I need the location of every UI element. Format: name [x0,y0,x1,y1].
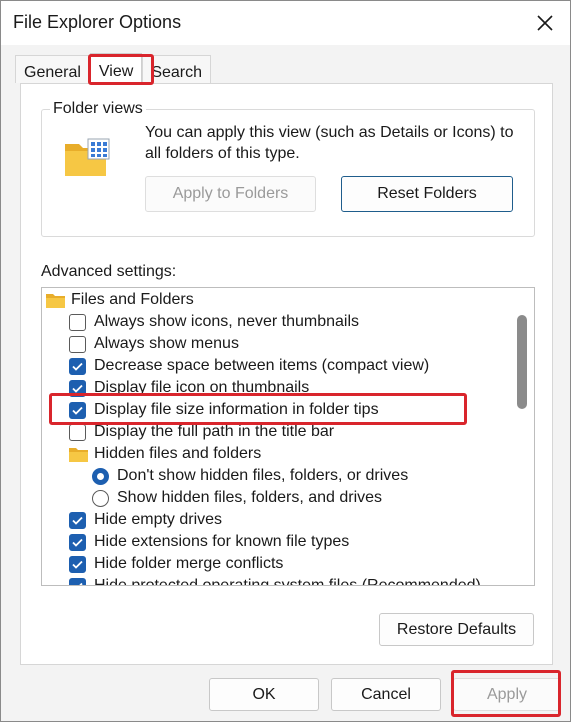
list-item-label: Always show menus [94,335,239,352]
list-item[interactable]: Display the full path in the title bar [69,421,334,443]
folder-views-group: Folder views You can apply this view (su… [41,100,535,237]
checkbox[interactable] [69,555,86,573]
advanced-settings-label: Advanced settings: [41,263,177,280]
list-item-label: Don't show hidden files, folders, or dri… [117,467,409,484]
apply-to-folders-button[interactable]: Apply to Folders [145,176,316,212]
radio-button[interactable] [92,467,109,485]
checkbox[interactable] [69,313,86,331]
checkmark-icon [72,560,83,569]
checkbox[interactable] [69,533,86,551]
list-item[interactable]: Always show menus [69,333,239,355]
list-item-label: Hide protected operating system files (R… [94,577,481,586]
cancel-button[interactable]: Cancel [331,678,441,711]
list-item[interactable]: Show hidden files, folders, and drives [92,487,382,509]
window-title: File Explorer Options [13,12,182,32]
list-item-label: Hide extensions for known file types [94,533,350,550]
list-item-label: Hidden files and folders [94,445,262,462]
checkmark-icon [72,538,83,547]
radio-button[interactable] [92,489,109,507]
checkmark-icon [72,406,83,415]
checkbox[interactable] [69,357,86,375]
list-item-label: Display the full path in the title bar [94,423,335,440]
folder-views-description: You can apply this view (such as Details… [145,124,514,162]
checkbox[interactable] [69,577,86,585]
list-item[interactable]: Display file icon on thumbnails [69,377,309,399]
list-item[interactable]: Decrease space between items (compact vi… [69,355,429,377]
advanced-settings-list[interactable]: Files and Folders Always show icons, nev… [41,287,535,586]
list-item-label: Display file size information in folder … [94,401,379,418]
title-bar: File Explorer Options [1,1,570,45]
reset-folders-button[interactable]: Reset Folders [341,176,513,212]
list-item-label: Decrease space between items (compact vi… [94,357,430,374]
list-item-label: Always show icons, never thumbnails [94,313,360,330]
folder-views-icon [65,138,110,176]
checkmark-icon [78,582,83,585]
ok-button[interactable]: OK [209,678,319,711]
checkbox[interactable] [69,335,86,353]
list-item[interactable]: Hide protected operating system files (R… [69,575,481,586]
tab-general[interactable]: General [15,55,90,83]
list-item[interactable]: Hide extensions for known file types [69,531,349,553]
checkbox[interactable] [69,511,86,529]
list-item-label: Hide empty drives [94,511,223,528]
tree-node-hidden-files-and-folders[interactable]: Hidden files and folders [69,443,261,465]
list-item-label: Hide folder merge conflicts [94,555,284,572]
list-item-label: Show hidden files, folders, and drives [117,489,383,506]
checkmark-icon [72,362,83,371]
close-icon [537,15,553,31]
tab-view[interactable]: View [89,53,143,83]
checkmark-icon [72,384,83,393]
close-button[interactable] [520,1,570,45]
folder-icon [69,447,88,462]
list-item[interactable]: Hide empty drives [69,509,222,531]
checkbox[interactable] [69,401,86,419]
list-item[interactable]: Hide folder merge conflicts [69,553,283,575]
list-item-label: Display file icon on thumbnails [94,379,310,396]
folder-icon [46,293,65,308]
list-item[interactable]: Display file size information in folder … [69,399,379,421]
tree-node-files-and-folders[interactable]: Files and Folders [46,289,194,311]
folder-views-legend: Folder views [50,100,146,118]
file-explorer-options-dialog: File Explorer Options General View Searc… [0,0,571,722]
list-item-label: Files and Folders [71,291,194,308]
checkmark-icon [72,516,83,525]
scrollbar-thumb[interactable] [517,315,527,409]
tab-search[interactable]: Search [142,55,212,83]
view-tab-panel: Folder views You can apply this view (su… [20,83,553,665]
apply-button[interactable]: Apply [453,678,561,711]
list-item[interactable]: Don't show hidden files, folders, or dri… [92,465,408,487]
checkbox[interactable] [69,379,86,397]
checkbox[interactable] [69,423,86,441]
restore-defaults-button[interactable]: Restore Defaults [379,613,534,646]
list-item[interactable]: Always show icons, never thumbnails [69,311,359,333]
tab-strip: General View Search [15,53,212,85]
